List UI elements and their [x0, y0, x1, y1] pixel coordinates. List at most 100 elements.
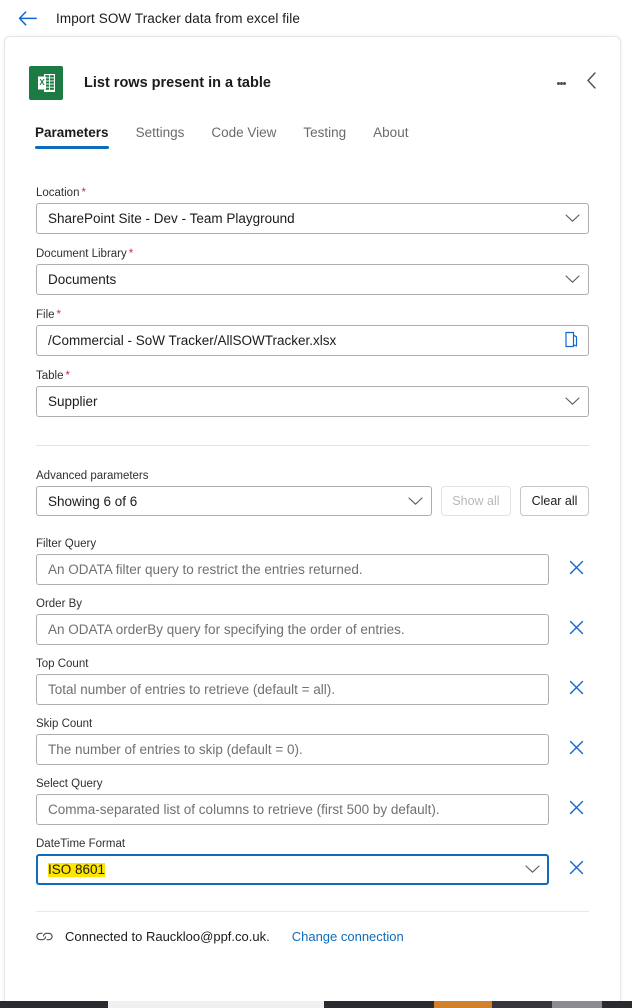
select-query-input[interactable]: Comma-separated list of columns to retri…	[36, 794, 549, 825]
skip-count-input[interactable]: The number of entries to skip (default =…	[36, 734, 549, 765]
control-row-top-count: Total number of entries to retrieve (def…	[36, 674, 589, 705]
field-label-location: Location *	[36, 187, 86, 199]
close-icon	[569, 560, 584, 580]
control-row-filter-query: An ODATA filter query to restrict the en…	[36, 554, 589, 585]
action-header: X List rows present in a table	[5, 37, 620, 109]
tab-parameters[interactable]: Parameters	[35, 125, 109, 149]
connection-status-text: Connected to Rauckloo@ppf.co.uk.	[65, 929, 270, 944]
clear-order-by-button[interactable]	[563, 617, 589, 643]
required-asterisk: *	[128, 248, 134, 260]
flow-title: Import SOW Tracker data from excel file	[56, 10, 300, 26]
taskbar-segment-1	[108, 1001, 324, 1008]
file-input[interactable]: /Commercial - SoW Tracker/AllSOWTracker.…	[36, 325, 589, 356]
document-library-dropdown[interactable]: Documents	[36, 264, 589, 295]
change-connection-link[interactable]: Change connection	[292, 929, 404, 944]
datetime-format-dropdown[interactable]: ISO 8601	[36, 854, 549, 885]
chevron-down-icon	[565, 272, 580, 287]
file-value: /Commercial - SoW Tracker/AllSOWTracker.…	[48, 333, 337, 348]
field-datetime-format: DateTime Format ISO 8601	[36, 838, 589, 885]
excel-icon: X	[29, 66, 63, 100]
clear-all-button[interactable]: Clear all	[520, 486, 589, 516]
field-label-datetime-format: DateTime Format	[36, 838, 126, 850]
clear-skip-count-button[interactable]	[563, 737, 589, 763]
order-by-placeholder: An ODATA orderBy query for specifying th…	[48, 622, 405, 637]
tab-testing[interactable]: Testing	[303, 125, 346, 149]
parameters-form: Location * SharePoint Site - Dev - Team P…	[5, 187, 620, 885]
taskbar-segment-0	[0, 1001, 108, 1008]
clear-top-count-button[interactable]	[563, 677, 589, 703]
filter-query-placeholder: An ODATA filter query to restrict the en…	[48, 562, 363, 577]
field-document-library: Document Library * Documents	[36, 248, 589, 295]
advanced-parameters-value: Showing 6 of 6	[48, 493, 138, 509]
order-by-input[interactable]: An ODATA orderBy query for specifying th…	[36, 614, 549, 645]
datetime-format-value-wrap: ISO 8601	[48, 862, 106, 877]
tab-about[interactable]: About	[373, 125, 408, 149]
more-options-button[interactable]	[546, 68, 576, 98]
field-label-top-count: Top Count	[36, 658, 89, 670]
control-row-location: SharePoint Site - Dev - Team Playground	[36, 203, 589, 234]
datetime-format-value: ISO 8601	[48, 862, 106, 877]
skip-count-placeholder: The number of entries to skip (default =…	[48, 742, 303, 757]
taskbar-segment-3	[434, 1001, 492, 1008]
control-row-select-query: Comma-separated list of columns to retri…	[36, 794, 589, 825]
arrow-left-icon	[18, 10, 37, 26]
control-row-skip-count: The number of entries to skip (default =…	[36, 734, 589, 765]
location-dropdown[interactable]: SharePoint Site - Dev - Team Playground	[36, 203, 589, 234]
field-label-order-by: Order By	[36, 598, 83, 610]
select-query-placeholder: Comma-separated list of columns to retri…	[48, 802, 440, 817]
control-row-document-library: Documents	[36, 264, 589, 295]
show-all-button[interactable]: Show all	[440, 486, 512, 516]
advanced-parameters-dropdown[interactable]: Showing 6 of 6	[36, 486, 432, 516]
field-top-count: Top Count Total number of entries to ret…	[36, 658, 589, 705]
clear-datetime-format-button[interactable]	[563, 857, 589, 883]
required-asterisk: *	[65, 370, 70, 382]
document-library-value: Documents	[48, 272, 117, 287]
chevron-left-icon	[586, 72, 597, 94]
field-skip-count: Skip Count The number of entries to skip…	[36, 718, 589, 765]
control-row-table: Supplier	[36, 386, 589, 417]
field-label-file: File *	[36, 309, 62, 321]
field-order-by: Order By An ODATA orderBy query for spec…	[36, 598, 589, 645]
field-label-select-query: Select Query	[36, 778, 103, 790]
close-icon	[569, 860, 584, 880]
chevron-down-icon	[408, 494, 423, 509]
chevron-down-icon	[565, 394, 580, 409]
field-filter-query: Filter Query An ODATA filter query to re…	[36, 538, 589, 585]
tab-bar: Parameters Settings Code View Testing Ab…	[5, 125, 620, 149]
section-divider	[36, 445, 589, 446]
filter-query-input[interactable]: An ODATA filter query to restrict the en…	[36, 554, 549, 585]
folder-open-icon	[563, 331, 578, 351]
field-label-skip-count: Skip Count	[36, 718, 93, 730]
chevron-down-icon	[565, 211, 580, 226]
required-asterisk: *	[56, 309, 62, 321]
location-value: SharePoint Site - Dev - Team Playground	[48, 211, 295, 226]
top-count-input[interactable]: Total number of entries to retrieve (def…	[36, 674, 549, 705]
taskbar-segment-5	[552, 1001, 602, 1008]
chevron-down-icon	[525, 862, 540, 877]
close-icon	[569, 800, 584, 820]
field-location: Location * SharePoint Site - Dev - Team P…	[36, 187, 589, 234]
connection-footer: Connected to Rauckloo@ppf.co.uk. Change …	[5, 912, 620, 944]
field-label-document-library: Document Library *	[36, 248, 134, 260]
clear-filter-query-button[interactable]	[563, 557, 589, 583]
field-label-filter-query: Filter Query	[36, 538, 97, 550]
clear-select-query-button[interactable]	[563, 797, 589, 823]
field-label-table: Table *	[36, 370, 70, 382]
tab-settings[interactable]: Settings	[136, 125, 185, 149]
collapse-panel-button[interactable]	[576, 68, 606, 98]
file-picker-button[interactable]	[560, 331, 580, 351]
advanced-parameters-section: Advanced parameters Showing 6 of 6 Show …	[36, 470, 589, 516]
action-details-panel: X List rows present in a table Parameter…	[4, 36, 621, 1001]
table-dropdown[interactable]: Supplier	[36, 386, 589, 417]
tab-code-view[interactable]: Code View	[211, 125, 276, 149]
control-row-file: /Commercial - SoW Tracker/AllSOWTracker.…	[36, 325, 589, 356]
close-icon	[569, 620, 584, 640]
back-button[interactable]	[14, 5, 40, 31]
field-table: Table * Supplier	[36, 370, 589, 417]
table-value: Supplier	[48, 394, 98, 409]
taskbar-segment-2	[324, 1001, 434, 1008]
field-select-query: Select Query Comma-separated list of col…	[36, 778, 589, 825]
top-count-placeholder: Total number of entries to retrieve (def…	[48, 682, 336, 697]
svg-text:X: X	[39, 78, 45, 87]
advanced-parameters-controls: Showing 6 of 6 Show all Clear all	[36, 486, 589, 516]
